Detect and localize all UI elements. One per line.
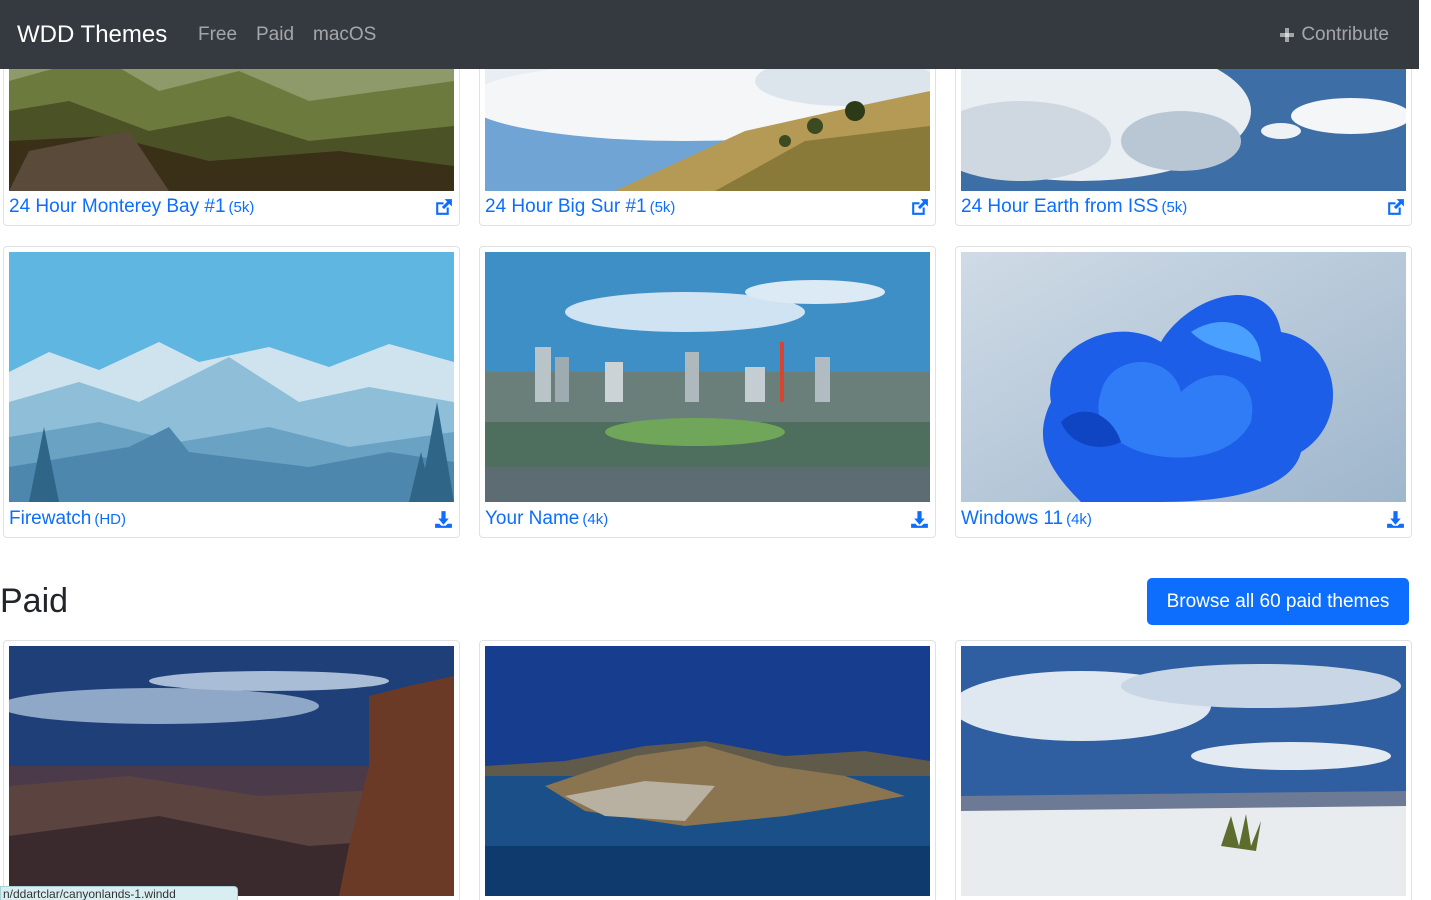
- download-icon[interactable]: [909, 509, 930, 530]
- theme-card-windows-11: Windows 11 (4k): [955, 246, 1412, 538]
- theme-title-link[interactable]: Firewatch (HD): [9, 508, 126, 530]
- paid-theme-card-canyonlands: [3, 640, 460, 900]
- external-link-icon[interactable]: [433, 197, 454, 218]
- theme-card-firewatch: Firewatch (HD): [3, 246, 460, 538]
- contribute-label: Contribute: [1301, 24, 1389, 45]
- download-icon[interactable]: [433, 509, 454, 530]
- link-status-bar: n/ddartclar/canyonlands-1.windd: [0, 886, 238, 900]
- theme-title-link[interactable]: 24 Hour Big Sur #1 (5k): [485, 196, 675, 218]
- theme-thumbnail[interactable]: [485, 252, 930, 502]
- card-caption: Windows 11 (4k): [961, 506, 1406, 532]
- theme-thumbnail[interactable]: [9, 646, 454, 896]
- plus-icon: [1280, 28, 1295, 42]
- theme-title-link[interactable]: Windows 11 (4k): [961, 508, 1092, 530]
- theme-title-link[interactable]: 24 Hour Monterey Bay #1 (5k): [9, 196, 254, 218]
- browse-paid-themes-button[interactable]: Browse all 60 paid themes: [1147, 578, 1409, 625]
- brand-link[interactable]: WDD Themes: [17, 19, 167, 51]
- theme-card-monterey-bay: 24 Hour Monterey Bay #1 (5k): [3, 42, 460, 226]
- contribute-link[interactable]: Contribute: [1279, 23, 1389, 47]
- nav-link-macos[interactable]: macOS: [313, 24, 376, 46]
- theme-card-earth-iss: 24 Hour Earth from ISS (5k): [955, 42, 1412, 226]
- card-caption: 24 Hour Earth from ISS (5k): [961, 194, 1406, 220]
- external-link-icon[interactable]: [1385, 197, 1406, 218]
- theme-thumbnail[interactable]: [961, 252, 1406, 502]
- nav-link-paid[interactable]: Paid: [256, 24, 294, 46]
- theme-card-your-name: Your Name (4k): [479, 246, 936, 538]
- paid-theme-card-white-sands: [955, 640, 1412, 900]
- theme-thumbnail[interactable]: [961, 646, 1406, 896]
- page: WDD Themes Free Paid macOS Contribute 24: [0, 0, 1431, 900]
- paid-theme-card-island: [479, 640, 936, 900]
- nav-link-free[interactable]: Free: [198, 24, 237, 46]
- card-caption: 24 Hour Monterey Bay #1 (5k): [9, 194, 454, 220]
- card-caption: Your Name (4k): [485, 506, 930, 532]
- theme-thumbnail[interactable]: [485, 646, 930, 896]
- theme-card-big-sur: 24 Hour Big Sur #1 (5k): [479, 42, 936, 226]
- theme-thumbnail[interactable]: [9, 252, 454, 502]
- external-link-icon[interactable]: [909, 197, 930, 218]
- theme-title-link[interactable]: Your Name (4k): [485, 508, 608, 530]
- card-caption: 24 Hour Big Sur #1 (5k): [485, 194, 930, 220]
- paid-section-heading: Paid: [0, 582, 69, 620]
- download-icon[interactable]: [1385, 509, 1406, 530]
- card-caption: Firewatch (HD): [9, 506, 454, 532]
- theme-title-link[interactable]: 24 Hour Earth from ISS (5k): [961, 196, 1187, 218]
- top-navbar: WDD Themes Free Paid macOS Contribute: [0, 0, 1419, 69]
